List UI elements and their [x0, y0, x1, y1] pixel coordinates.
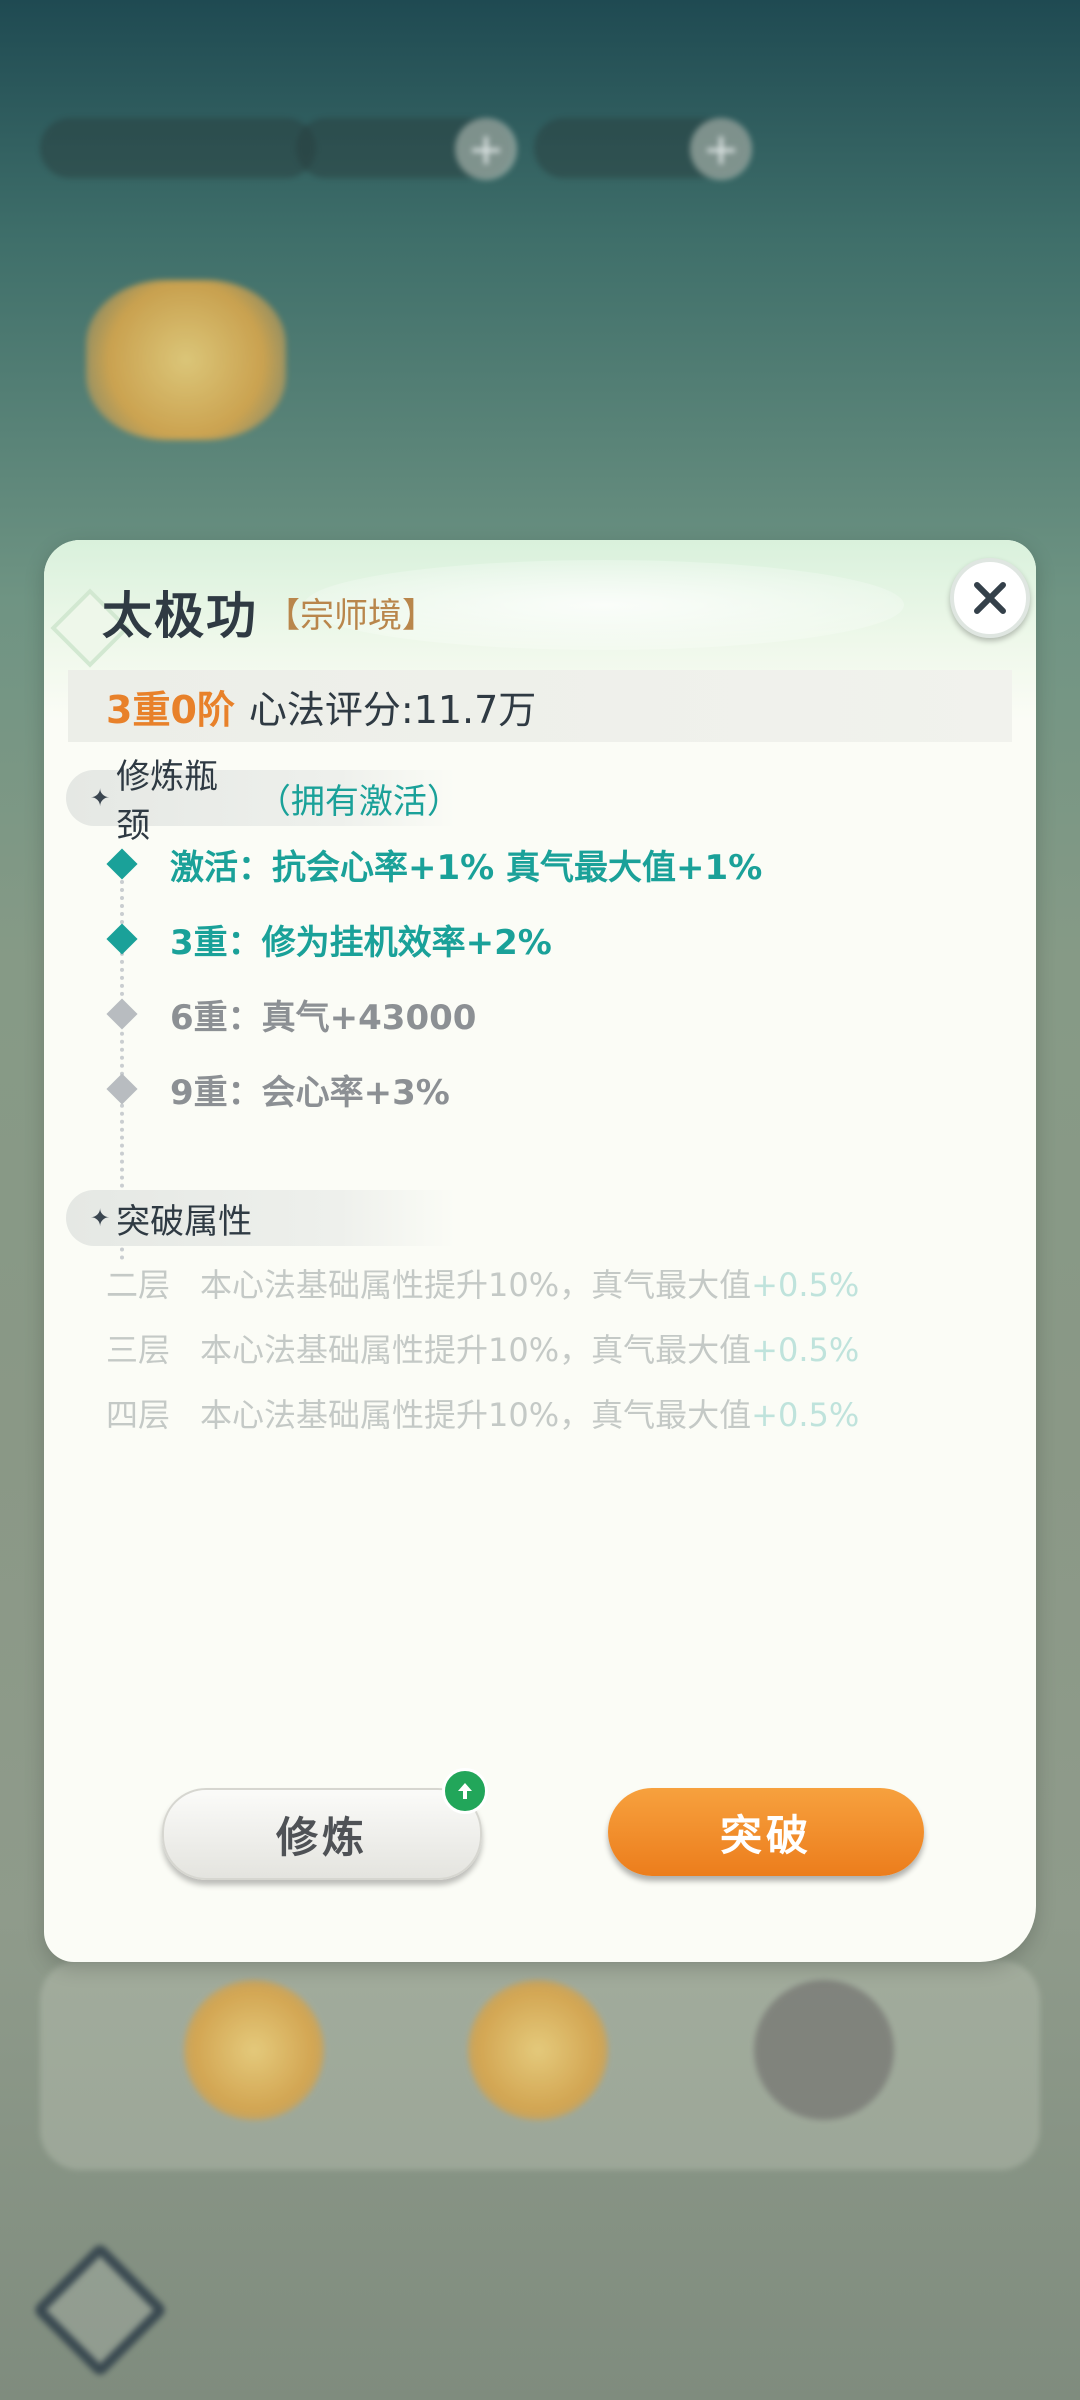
skill-level: 3重0阶: [106, 687, 235, 732]
skill-score: 心法评分:11.7万: [248, 687, 537, 732]
upgrade-arrow-glyph: [458, 1783, 472, 1799]
tier-item: 9重：会心率+3%: [170, 1073, 450, 1113]
breakthrough-desc: 本心法基础属性提升10%，真气最大值: [200, 1331, 752, 1369]
tier-node-icon: [104, 921, 140, 957]
skill-slot-avatar: [468, 1980, 608, 2120]
breakthrough-layer: 三层: [106, 1331, 171, 1369]
breakthrough-button[interactable]: 突破: [608, 1788, 924, 1876]
breakthrough-desc: 本心法基础属性提升10%，真气最大值: [200, 1266, 752, 1304]
breakthrough-section-header: ✦ 突破属性: [66, 1190, 456, 1246]
breakthrough-row: 四层 本心法基础属性提升10%，真气最大值+0.5%: [106, 1390, 859, 1436]
menu-diamond-icon: [32, 2242, 168, 2378]
practice-button[interactable]: 修炼: [162, 1788, 482, 1880]
skill-slot-locked: [754, 1980, 894, 2120]
tier-item: 激活：抗会心率+1% 真气最大值+1%: [170, 848, 763, 888]
skill-title: 太极功: [102, 587, 258, 645]
breakthrough-bonus: +0.5%: [751, 1331, 860, 1369]
tier-item: 6重：真气+43000: [170, 998, 477, 1038]
tier-node-icon: [104, 996, 140, 1032]
breakthrough-bonus: +0.5%: [751, 1396, 860, 1434]
bottleneck-heading: 修炼瓶颈: [116, 757, 219, 846]
breakthrough-row: 二层 本心法基础属性提升10%，真气最大值+0.5%: [106, 1260, 859, 1306]
bottleneck-status: （拥有激活）: [256, 781, 461, 822]
breakthrough-desc: 本心法基础属性提升10%，真气最大值: [200, 1396, 752, 1434]
close-button[interactable]: [950, 558, 1030, 638]
arrow-up-icon: [442, 1768, 488, 1814]
sparkle-icon: ✦: [90, 784, 111, 812]
player-info-pill: [40, 118, 316, 178]
level-score-bar: 3重0阶 心法评分:11.7万: [68, 670, 1012, 742]
close-icon: [974, 582, 1006, 614]
character-portrait: [86, 280, 286, 440]
tier-node-icon: [104, 846, 140, 882]
breakthrough-row: 三层 本心法基础属性提升10%，真气最大值+0.5%: [106, 1325, 859, 1371]
breakthrough-layer: 二层: [106, 1266, 171, 1304]
breakthrough-layer: 四层: [106, 1396, 171, 1434]
skill-detail-dialog: 太极功 【宗师境】 3重0阶 心法评分:11.7万 ✦ 修炼瓶颈 （拥有激活） …: [44, 540, 1036, 1962]
tier-node-icon: [104, 1071, 140, 1107]
tier-item: 3重：修为挂机效率+2%: [170, 923, 552, 963]
sparkle-icon: ✦: [90, 1204, 111, 1232]
add-resource-icon: +: [455, 118, 517, 180]
skill-realm: 【宗师境】: [266, 596, 436, 636]
skill-slot-avatar: [184, 1980, 324, 2120]
breakthrough-heading: 突破属性: [116, 1201, 253, 1242]
breakthrough-bonus: +0.5%: [751, 1266, 860, 1304]
add-resource-icon: +: [690, 118, 752, 180]
bottleneck-section-header: ✦ 修炼瓶颈 （拥有激活）: [66, 757, 461, 846]
